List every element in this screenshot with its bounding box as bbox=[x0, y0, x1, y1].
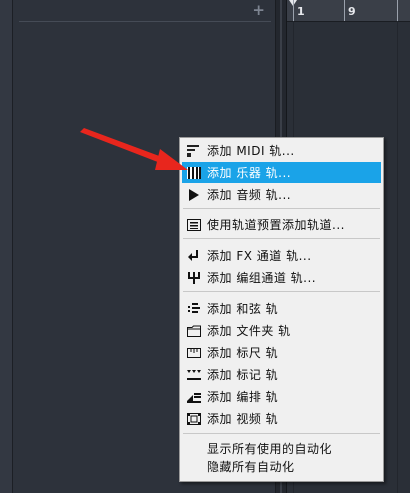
menu-item-add-video[interactable]: 添加 视频 轨 bbox=[182, 408, 381, 429]
ruler-label-1: 1 bbox=[297, 5, 305, 18]
midi-track-icon bbox=[185, 140, 203, 161]
inspector-header: + bbox=[19, 0, 271, 22]
marker-track-icon bbox=[185, 364, 203, 385]
menu-icon-blank bbox=[185, 456, 203, 477]
menu-item-label: 添加 和弦 轨 bbox=[207, 302, 279, 316]
menu-item-label: 添加 MIDI 轨... bbox=[207, 144, 295, 158]
menu-item-label: 显示所有使用的自动化 bbox=[207, 442, 333, 456]
add-track-context-menu: 添加 MIDI 轨... 添加 乐器 轨... 添加 音频 轨... 使用轨道预… bbox=[179, 137, 384, 482]
menu-item-add-folder[interactable]: 添加 文件夹 轨 bbox=[182, 320, 381, 341]
left-zone-strip bbox=[0, 0, 13, 493]
fx-channel-icon bbox=[185, 245, 203, 266]
menu-item-add-fx[interactable]: 添加 FX 通道 轨... bbox=[182, 245, 381, 266]
menu-item-label: 添加 视频 轨 bbox=[207, 412, 279, 426]
menu-item-label: 添加 编组通道 轨... bbox=[207, 271, 317, 285]
group-channel-icon bbox=[185, 267, 203, 288]
arranger-track-icon bbox=[185, 386, 203, 407]
menu-separator bbox=[183, 238, 380, 239]
menu-item-add-instrument[interactable]: 添加 乐器 轨... bbox=[182, 162, 381, 183]
menu-item-add-marker[interactable]: 添加 标记 轨 bbox=[182, 364, 381, 385]
instrument-track-icon bbox=[185, 162, 203, 183]
menu-item-label: 添加 编排 轨 bbox=[207, 390, 279, 404]
menu-item-add-arranger[interactable]: 添加 编排 轨 bbox=[182, 386, 381, 407]
menu-separator bbox=[183, 291, 380, 292]
menu-item-add-ruler[interactable]: 添加 标尺 轨 bbox=[182, 342, 381, 363]
menu-separator bbox=[183, 433, 380, 434]
menu-item-add-preset[interactable]: 使用轨道预置添加轨道... bbox=[182, 214, 381, 235]
menu-item-add-midi[interactable]: 添加 MIDI 轨... bbox=[182, 140, 381, 161]
menu-separator bbox=[183, 208, 380, 209]
menu-item-add-group[interactable]: 添加 编组通道 轨... bbox=[182, 267, 381, 288]
ruler-tick-9 bbox=[344, 0, 345, 21]
folder-icon bbox=[185, 320, 203, 341]
menu-item-label: 使用轨道预置添加轨道... bbox=[207, 218, 345, 232]
menu-item-label: 隐藏所有自动化 bbox=[207, 460, 295, 474]
menu-item-label: 添加 标记 轨 bbox=[207, 368, 279, 382]
chord-track-icon bbox=[185, 298, 203, 319]
preset-track-icon bbox=[185, 214, 203, 235]
menu-item-add-audio[interactable]: 添加 音频 轨... bbox=[182, 184, 381, 205]
ruler-label-9: 9 bbox=[348, 5, 356, 18]
video-track-icon bbox=[185, 408, 203, 429]
add-track-plus-icon[interactable]: + bbox=[252, 2, 265, 18]
timeline-ruler[interactable]: 1 9 bbox=[287, 0, 410, 22]
ruler-tick-1 bbox=[293, 0, 294, 21]
menu-item-label: 添加 FX 通道 轨... bbox=[207, 249, 312, 263]
menu-item-hide-automation[interactable]: 隐藏所有自动化 bbox=[182, 456, 381, 477]
menu-item-label: 添加 音频 轨... bbox=[207, 188, 292, 202]
menu-item-label: 添加 文件夹 轨 bbox=[207, 324, 291, 338]
ruler-tick-next bbox=[397, 0, 398, 21]
menu-item-add-chord[interactable]: 添加 和弦 轨 bbox=[182, 298, 381, 319]
grid-line bbox=[397, 21, 398, 493]
menu-item-label: 添加 标尺 轨 bbox=[207, 346, 279, 360]
audio-track-icon bbox=[185, 184, 203, 205]
ruler-track-icon bbox=[185, 342, 203, 363]
menu-item-label: 添加 乐器 轨... bbox=[207, 166, 292, 180]
